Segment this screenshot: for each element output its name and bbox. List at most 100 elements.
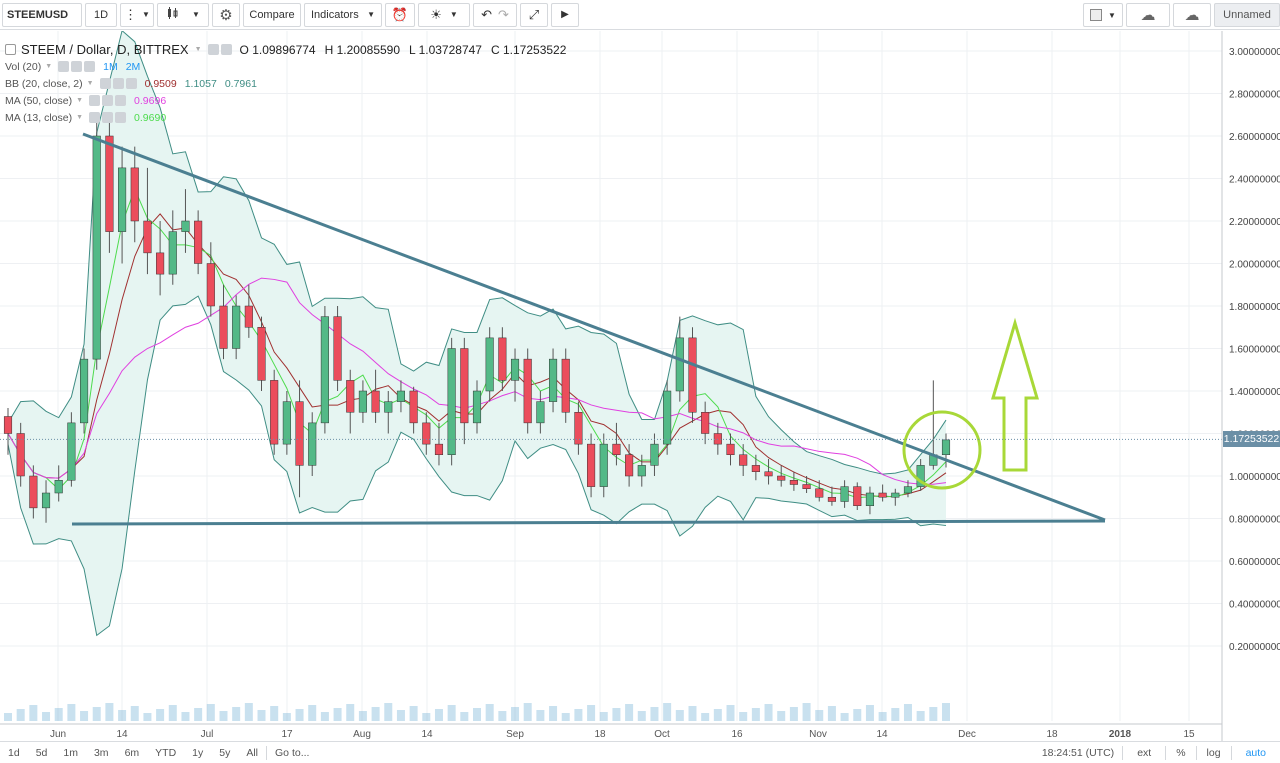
price-tick-label: 2.20000000 [1229, 217, 1280, 228]
volume-bar [739, 712, 748, 721]
settings-icon[interactable] [71, 61, 83, 72]
log-toggle[interactable]: log [1197, 742, 1231, 763]
fullscreen-button[interactable]: ⤢ [520, 2, 548, 27]
symbol-input[interactable]: STEEMUSD [2, 2, 82, 27]
volume-bar [650, 707, 659, 721]
goto-button[interactable]: Go to... [267, 742, 317, 763]
volume-bar [460, 712, 469, 721]
chart-area[interactable]: 3.00000000 2.80000000 2.60000000 2.40000000… [0, 31, 1280, 741]
cloud-load-button[interactable]: ☁ [1126, 3, 1170, 27]
volume-bar [422, 713, 431, 721]
volume-bar [701, 713, 710, 721]
undo-icon[interactable]: ↶ [481, 7, 492, 23]
volume-bar [726, 705, 735, 721]
layout-button[interactable]: ▼ [1083, 3, 1123, 27]
price-chart[interactable]: 3.00000000 2.80000000 2.60000000 2.40000000… [0, 31, 1280, 741]
percent-toggle[interactable]: % [1166, 742, 1195, 763]
alert-button[interactable]: ⏰ [385, 2, 415, 27]
candle-body [333, 316, 342, 381]
range-1m[interactable]: 1m [55, 742, 86, 763]
interval-menu-button[interactable]: ⋮ ▼ [120, 2, 154, 27]
range-all[interactable]: All [238, 742, 266, 763]
volume-bar [473, 708, 481, 721]
chevron-down-icon[interactable]: ▼ [76, 97, 83, 104]
time-tick-label: 2018 [1109, 729, 1132, 740]
chart-style-button[interactable]: ▼ [157, 2, 209, 27]
range-ytd[interactable]: YTD [147, 742, 184, 763]
legend-open: O 1.09896774 [239, 42, 316, 57]
settings-icon[interactable] [102, 95, 114, 106]
replay-button[interactable]: ▶ [551, 2, 579, 27]
cloud-save-button[interactable]: ☁ [1173, 3, 1211, 27]
bb-basis-value: 0.9509 [144, 77, 177, 90]
volume-bar [194, 708, 203, 721]
eye-icon[interactable] [89, 112, 101, 123]
range-1y[interactable]: 1y [184, 742, 211, 763]
candle-body [561, 358, 570, 413]
eye-icon[interactable] [99, 78, 111, 89]
range-5d[interactable]: 5d [28, 742, 56, 763]
chevron-down-icon[interactable]: ▼ [195, 46, 202, 53]
chevron-down-icon[interactable]: ▼ [45, 63, 52, 70]
legend-close: C 1.17253522 [490, 42, 567, 57]
legend-ma50-row: MA (50, close) ▼ 0.9696 [5, 92, 575, 109]
candle-body [143, 220, 152, 254]
vol-label: Vol (20) [5, 60, 42, 73]
compare-button[interactable]: Compare [243, 2, 301, 27]
close-icon[interactable] [125, 78, 137, 89]
volume-bar [549, 706, 558, 721]
volume-bar [396, 710, 405, 721]
volume-bar [663, 703, 672, 721]
eye-icon[interactable] [207, 43, 219, 55]
candle-body [206, 263, 215, 307]
vol-value-1: 1M [103, 60, 118, 73]
volume-bar [358, 711, 367, 721]
hint-button[interactable]: ☀ ▼ [418, 2, 470, 27]
collapse-icon[interactable] [5, 43, 16, 55]
volume-bar [853, 709, 862, 721]
bb-label: BB (20, close, 2) [5, 77, 83, 90]
volume-bar [764, 704, 773, 721]
price-tick-label: 1.40000000 [1229, 387, 1280, 398]
range-5y[interactable]: 5y [211, 742, 238, 763]
settings-icon[interactable] [220, 43, 232, 55]
redo-icon[interactable]: ↷ [498, 7, 509, 23]
range-1d[interactable]: 1d [0, 742, 28, 763]
candle-body [536, 401, 545, 424]
legend-title: STEEM / Dollar, D, BITTREX [21, 41, 189, 57]
settings-button[interactable]: ⚙ [212, 2, 240, 27]
settings-icon[interactable] [102, 112, 114, 123]
time-tick-label: Nov [809, 729, 827, 740]
close-icon[interactable] [84, 61, 96, 72]
auto-toggle[interactable]: auto [1232, 742, 1280, 763]
volume-bar [561, 713, 570, 721]
time-tick-label: 14 [421, 729, 433, 740]
eye-icon[interactable] [89, 95, 101, 106]
settings-icon[interactable] [112, 78, 124, 89]
alarm-clock-icon: ⏰ [391, 6, 409, 22]
chevron-down-icon[interactable]: ▼ [87, 80, 94, 87]
range-6m[interactable]: 6m [117, 742, 148, 763]
candle-body [675, 337, 684, 392]
chevron-down-icon[interactable]: ▼ [76, 114, 83, 121]
indicators-button[interactable]: Indicators ▼ [304, 2, 382, 27]
volume-bar [168, 705, 177, 721]
volume-bar [42, 712, 51, 721]
undo-redo-group: ↶ ↷ [473, 2, 517, 27]
interval-button[interactable]: 1D [85, 2, 117, 27]
volume-bar [625, 704, 634, 721]
price-tick-label: 0.60000000 [1229, 557, 1280, 568]
volume-bar [118, 710, 127, 721]
volume-bar [827, 706, 836, 721]
layout-name-button[interactable]: Unnamed [1214, 3, 1280, 27]
volume-bar [675, 710, 684, 721]
range-3m[interactable]: 3m [86, 742, 117, 763]
candle-body [472, 390, 482, 424]
close-icon[interactable] [115, 112, 127, 123]
eye-icon[interactable] [58, 61, 70, 72]
ext-toggle[interactable]: ext [1123, 742, 1165, 763]
utc-time[interactable]: 18:24:51 (UTC) [1034, 742, 1122, 763]
volume-bar [270, 706, 279, 721]
close-icon[interactable] [115, 95, 127, 106]
price-tick-label: 1.60000000 [1229, 345, 1280, 356]
